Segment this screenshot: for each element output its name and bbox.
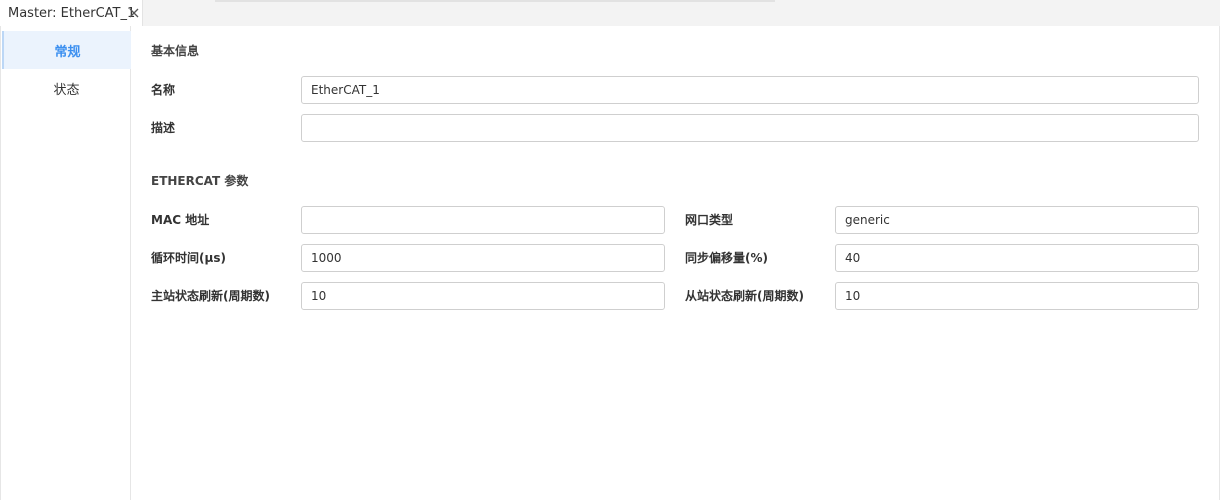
sidebar-item-label: 常规: [54, 44, 81, 60]
description-label: 描述: [151, 121, 176, 135]
name-label: 名称: [151, 83, 176, 97]
close-icon[interactable]: [127, 6, 141, 20]
nic-type-label: 网口类型: [685, 213, 734, 227]
tab-master-ethercat[interactable]: Master: EtherCAT_1: [0, 0, 143, 26]
tab-title: Master: EtherCAT_1: [8, 5, 136, 21]
master-status-refresh-field[interactable]: [301, 282, 665, 310]
nic-type-field[interactable]: [835, 206, 1199, 234]
sync-offset-field[interactable]: [835, 244, 1199, 272]
sidebar-item-general[interactable]: 常规: [2, 31, 131, 69]
section-title-ethercat-params: ETHERCAT 参数: [151, 174, 249, 188]
description-field[interactable]: [301, 114, 1199, 142]
main-panel: 基本信息 名称 描述 ETHERCAT 参数 MAC 地址 网口类型 循环时间(…: [131, 26, 1220, 500]
section-title-basic-info: 基本信息: [151, 44, 200, 58]
slave-status-refresh-field[interactable]: [835, 282, 1199, 310]
mac-address-field[interactable]: [301, 206, 665, 234]
name-field[interactable]: [301, 76, 1199, 104]
cycle-time-field[interactable]: [301, 244, 665, 272]
sidebar-item-status[interactable]: 状态: [2, 69, 131, 107]
tab-bar: Master: EtherCAT_1: [0, 0, 1220, 26]
sidebar-item-label: 状态: [53, 82, 80, 98]
sync-offset-label: 同步偏移量(%): [685, 251, 768, 265]
sidebar: 常规 状态: [0, 26, 131, 500]
cycle-time-label: 循环时间(µs): [151, 251, 226, 265]
mac-address-label: MAC 地址: [151, 213, 210, 227]
slave-status-refresh-label: 从站状态刷新(周期数): [685, 289, 804, 303]
master-status-refresh-label: 主站状态刷新(周期数): [151, 289, 270, 303]
tab-bar-scroll-track: [215, 0, 775, 2]
